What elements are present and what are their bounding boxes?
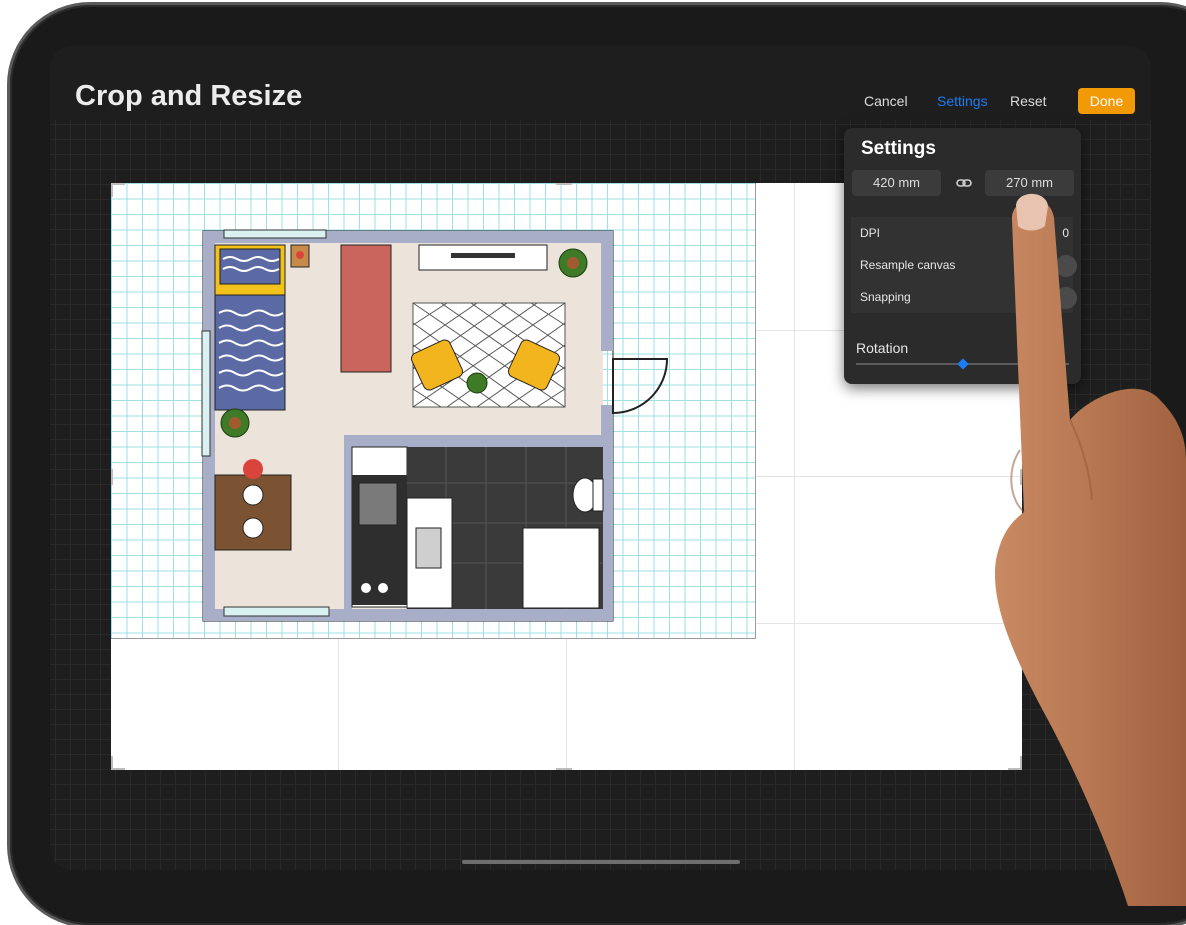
hand-photo	[994, 193, 1186, 906]
